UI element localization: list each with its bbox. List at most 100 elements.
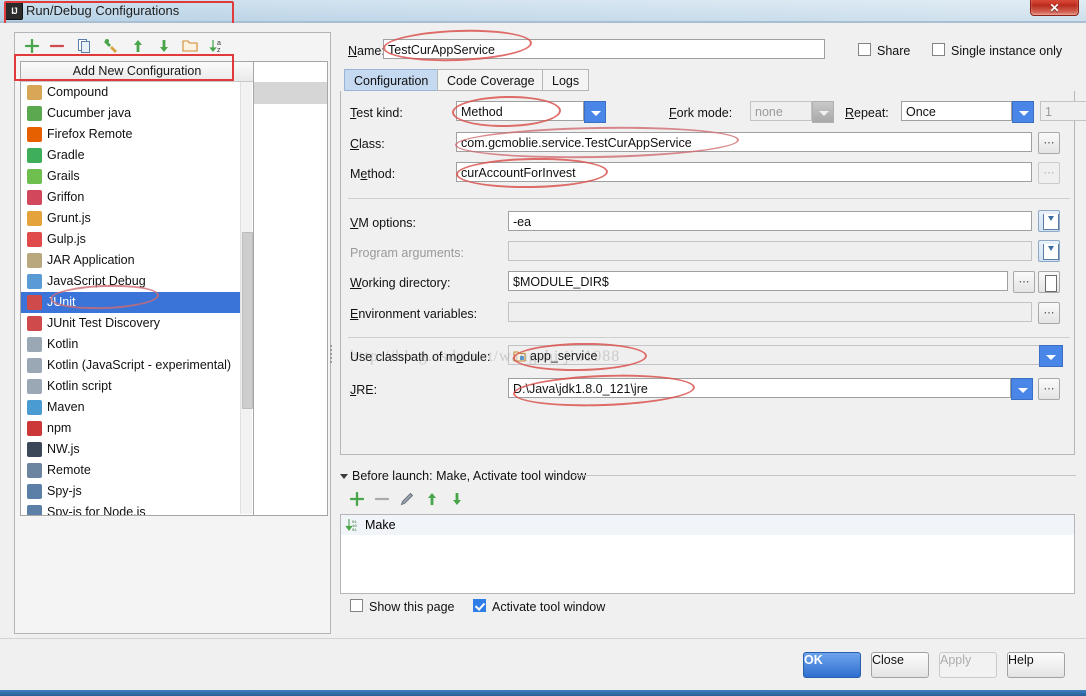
configuration-item-spy-js[interactable]: Spy-js — [21, 481, 253, 502]
share-checkbox[interactable] — [858, 43, 871, 56]
configuration-item-griffon[interactable]: Griffon — [21, 187, 253, 208]
repeat-dropdown-arrow[interactable] — [1012, 101, 1034, 123]
configuration-item-remote[interactable]: Remote — [21, 460, 253, 481]
configuration-item-npm[interactable]: npm — [21, 418, 253, 439]
spyjs-node-icon — [27, 505, 42, 515]
environment-variables-input[interactable] — [508, 302, 1032, 322]
test-kind-dropdown-arrow[interactable] — [584, 101, 606, 123]
configuration-item-spy-js-for-node-js[interactable]: Spy-js for Node.js — [21, 502, 253, 515]
firefox-icon — [27, 127, 42, 142]
activate-tool-window-checkbox[interactable] — [473, 599, 486, 612]
configuration-item-label: JavaScript Debug — [47, 274, 146, 288]
pane-splitter[interactable] — [330, 343, 334, 365]
working-directory-macro-button[interactable] — [1038, 271, 1060, 293]
configuration-item-firefox-remote[interactable]: Firefox Remote — [21, 124, 253, 145]
jre-dropdown-arrow[interactable] — [1011, 378, 1033, 400]
configuration-item-label: Cucumber java — [47, 106, 132, 120]
intellij-idea-icon: IJ — [5, 2, 23, 20]
class-browse-button[interactable]: ⋯ — [1038, 132, 1060, 154]
edit-task-button[interactable] — [398, 490, 418, 508]
before-launch-toggle[interactable] — [340, 474, 348, 479]
kotlin-js-icon — [27, 358, 42, 373]
save-configuration-button[interactable] — [102, 37, 122, 55]
svg-text:a: a — [217, 40, 221, 47]
configuration-item-label: JUnit — [47, 295, 76, 309]
cucumber-icon — [27, 106, 42, 121]
move-task-up-button[interactable] — [423, 490, 443, 508]
close-button[interactable]: Close — [871, 652, 929, 678]
configuration-item-gulp-js[interactable]: Gulp.js — [21, 229, 253, 250]
working-directory-browse-button[interactable]: ⋯ — [1013, 271, 1035, 293]
configuration-type-list[interactable]: Add New Configuration Compound Cucumber j… — [20, 61, 254, 516]
configuration-item-gradle[interactable]: Gradle — [21, 145, 253, 166]
configuration-item-kotlin-script[interactable]: Kotlin script — [21, 376, 253, 397]
sort-configurations-button[interactable]: a z — [208, 37, 228, 55]
configuration-item-junit-test-discovery[interactable]: JUnit Test Discovery — [21, 313, 253, 334]
move-down-button[interactable] — [155, 37, 175, 55]
configuration-item-jar-application[interactable]: JAR Application — [21, 250, 253, 271]
editor-tabs[interactable]: Configuration Code Coverage Logs — [340, 69, 1076, 92]
griffon-icon — [27, 190, 42, 205]
method-input[interactable]: curAccountForInvest — [456, 162, 1032, 182]
configuration-item-label: npm — [47, 421, 72, 435]
configuration-item-nw-js[interactable]: NW.js — [21, 439, 253, 460]
classpath-module-value[interactable]: app_service — [508, 345, 1060, 365]
tab-logs[interactable]: Logs — [542, 69, 590, 91]
classpath-module-dropdown-arrow[interactable] — [1039, 345, 1063, 367]
list-header-label: Add New Configuration — [21, 62, 253, 82]
configuration-item-label: Maven — [47, 400, 85, 414]
name-input[interactable]: TestCurAppService — [383, 39, 825, 59]
single-instance-checkbox[interactable] — [932, 43, 945, 56]
help-button[interactable]: Help — [1007, 652, 1065, 678]
before-launch-task-row[interactable]: 01 10 01 Make — [341, 515, 1074, 535]
repeat-count-input: 1 — [1040, 101, 1086, 121]
move-up-button[interactable] — [129, 37, 149, 55]
vm-options-input[interactable]: -ea — [508, 211, 1032, 231]
add-configuration-button[interactable] — [23, 37, 43, 55]
configuration-item-javascript-debug[interactable]: JavaScript Debug — [21, 271, 253, 292]
single-instance-label: Single instance only — [951, 44, 1063, 58]
configuration-rows[interactable]: Compound Cucumber java Firefox Remote Gradl… — [21, 82, 253, 515]
tab-code-coverage[interactable]: Code Coverage — [437, 69, 545, 91]
working-directory-input[interactable]: $MODULE_DIR$ — [508, 271, 1008, 291]
close-window-button[interactable]: ✕ — [1030, 0, 1079, 16]
list-scrollbar-thumb[interactable] — [242, 232, 253, 409]
configuration-item-label: Kotlin — [47, 337, 79, 351]
configuration-item-compound[interactable]: Compound — [21, 82, 253, 103]
configuration-item-label: JAR Application — [47, 253, 135, 267]
create-folder-button[interactable] — [181, 37, 201, 55]
environment-variables-browse-button[interactable]: ⋯ — [1038, 302, 1060, 324]
configuration-item-maven[interactable]: Maven — [21, 397, 253, 418]
jre-input[interactable]: D:\Java\jdk1.8.0_121\jre — [508, 378, 1011, 398]
configuration-item-grails[interactable]: Grails — [21, 166, 253, 187]
before-launch-task-list[interactable]: 01 10 01 Make — [340, 514, 1075, 594]
junit-discovery-icon — [27, 316, 42, 331]
remove-configuration-button[interactable] — [48, 37, 68, 55]
move-task-down-button[interactable] — [448, 490, 468, 508]
configuration-item-kotlin-javascript-experimental[interactable]: Kotlin (JavaScript - experimental) — [21, 355, 253, 376]
show-this-page-checkbox[interactable] — [350, 599, 363, 612]
configuration-item-label: Grunt.js — [47, 211, 91, 225]
ok-button[interactable]: OK — [803, 652, 861, 678]
configuration-item-label: Gulp.js — [47, 232, 86, 246]
class-input[interactable]: com.gcmoblie.service.TestCurAppService — [456, 132, 1032, 152]
tab-configuration[interactable]: Configuration — [344, 69, 439, 91]
jre-browse-button[interactable]: ⋯ — [1038, 378, 1060, 400]
repeat-value[interactable]: Once — [901, 101, 1012, 121]
remove-task-button[interactable] — [373, 490, 393, 508]
list-scrollbar[interactable] — [240, 82, 253, 514]
configuration-item-cucumber-java[interactable]: Cucumber java — [21, 103, 253, 124]
before-launch-rule — [572, 475, 1076, 476]
apply-button: Apply — [939, 652, 997, 678]
before-launch-header: Before launch: Make, Activate tool windo… — [352, 469, 587, 483]
add-task-button[interactable] — [348, 490, 368, 508]
copy-configuration-button[interactable] — [75, 37, 95, 55]
vm-options-expand-button[interactable] — [1038, 210, 1060, 232]
test-kind-value[interactable]: Method — [456, 101, 584, 121]
configuration-item-kotlin[interactable]: Kotlin — [21, 334, 253, 355]
program-arguments-expand-button[interactable] — [1038, 240, 1060, 262]
configuration-item-grunt-js[interactable]: Grunt.js — [21, 208, 253, 229]
kotlin-icon — [27, 337, 42, 352]
name-label: Name: — [348, 44, 385, 58]
configuration-item-junit[interactable]: JUnit — [21, 292, 253, 313]
